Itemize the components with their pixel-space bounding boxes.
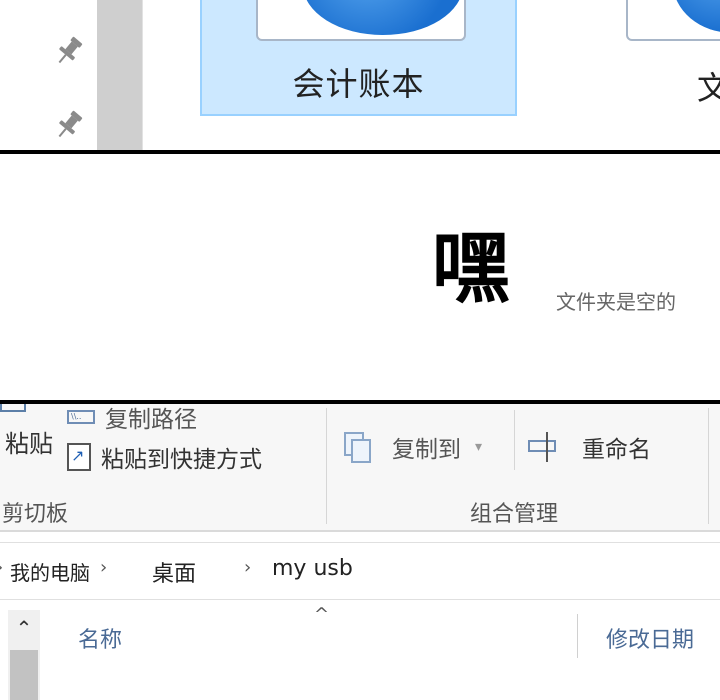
scrollbar-thumb[interactable] [10,650,38,700]
chevron-right-icon: › [0,557,3,578]
folder-icon [256,0,466,41]
copy-to-button[interactable]: 复制到 ▾ [344,430,482,464]
folder-icon[interactable] [626,0,720,41]
chevron-right-icon[interactable]: › [100,557,107,578]
ribbon-separator [708,408,709,524]
paste-icon[interactable] [0,404,26,412]
copy-path-icon: \\.. [67,410,95,424]
clipboard-group-label: 剪切板 [2,502,69,527]
ribbon: 粘贴 \\.. 复制路径 粘贴到快捷方式 剪切板 复制到 ▾ 重命名 组合管理 [0,404,720,532]
copy-path-button[interactable]: \\.. 复制路径 [67,404,197,434]
sort-ascending-icon: ^ [314,604,330,625]
nav-pane-scrollbar[interactable] [97,0,143,150]
copy-icon [344,432,371,463]
rename-button[interactable]: 重命名 [528,430,651,464]
rename-label: 重命名 [582,437,651,463]
chevron-down-icon: ▾ [475,439,483,455]
shortcut-icon [67,443,91,471]
empty-folder-message: 文件夹是空的 [556,290,676,314]
blank-panel [0,154,720,400]
scroll-up-icon[interactable]: ⌃ [8,610,40,646]
column-header-name[interactable]: 名称 [78,622,122,654]
copy-to-label: 复制到 [392,437,461,463]
organize-group-label: 组合管理 [470,502,559,527]
copy-path-label: 复制路径 [105,407,197,433]
pin-icon[interactable] [52,108,86,142]
navigation-pane [0,0,97,150]
paste-shortcut-button[interactable]: 粘贴到快捷方式 [67,440,262,474]
explorer-icon-view: 会计账本 文 [0,0,720,150]
explorer-window: 粘贴 \\.. 复制路径 粘贴到快捷方式 剪切板 复制到 ▾ 重命名 组合管理 … [0,404,720,700]
pin-icon[interactable] [52,34,86,68]
folder-label[interactable]: 文 [697,63,720,109]
column-separator[interactable] [577,614,578,658]
address-bar[interactable]: › 我的电脑 › 桌面 › my usb [0,542,720,600]
rename-icon [528,432,560,462]
column-header-date[interactable]: 修改日期 [606,622,694,654]
breadcrumb-item[interactable]: 我的电脑 [10,557,90,586]
folder-label: 会计账本 [292,65,425,103]
breadcrumb-item[interactable]: my usb [272,556,353,581]
paste-button[interactable]: 粘贴 [5,424,53,459]
folder-tile-selected[interactable]: 会计账本 [200,0,517,116]
ribbon-separator [326,408,327,524]
sound-effect-text: 嘿 [432,224,511,314]
file-list: ⌃ 名称 ^ 修改日期 [0,600,720,700]
paste-shortcut-label: 粘贴到快捷方式 [101,447,262,473]
chevron-right-icon[interactable]: › [244,557,251,578]
breadcrumb-item[interactable]: 桌面 [152,556,196,588]
ribbon-separator [514,410,515,470]
